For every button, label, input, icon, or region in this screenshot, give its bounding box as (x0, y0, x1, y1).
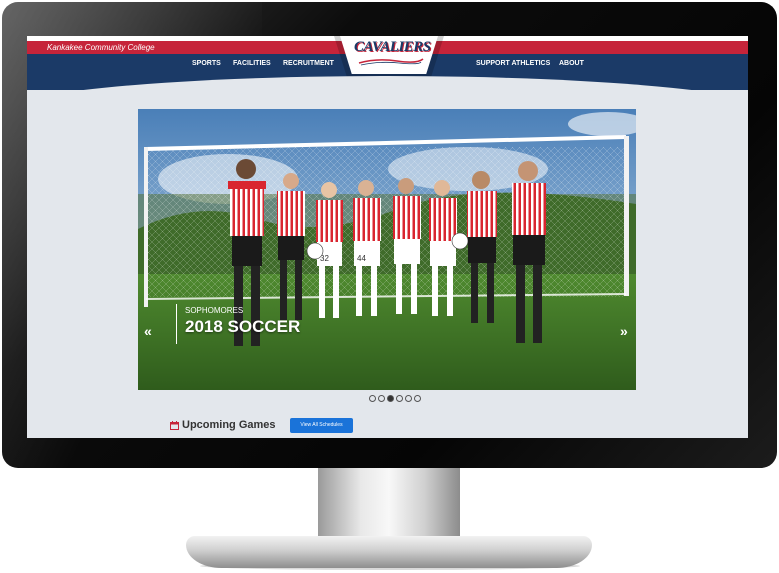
carousel-dot[interactable] (414, 395, 421, 402)
carousel-dot[interactable] (396, 395, 403, 402)
slide-subtitle: SOPHOMORES (185, 306, 244, 315)
logo-swoosh-icon (358, 58, 424, 66)
carousel-prev-arrow-icon[interactable]: « (144, 324, 152, 338)
caption-divider (176, 304, 177, 344)
nav-item-support-athletics[interactable]: SUPPORT ATHLETICS (476, 59, 550, 68)
calendar-icon (170, 421, 179, 430)
carousel-dot-active[interactable] (387, 395, 394, 402)
nav-item-recruitment[interactable]: RECRUITMENT (283, 59, 334, 68)
nav-item-sports[interactable]: SPORTS (192, 59, 221, 68)
hero-carousel[interactable]: 32 44 SOPHOMORES 2018 SOCCER « » (138, 109, 636, 390)
college-name[interactable]: Kankakee Community College (47, 41, 155, 54)
carousel-dot[interactable] (405, 395, 412, 402)
view-all-schedules-button[interactable]: View All Schedules (290, 418, 353, 433)
svg-text:44: 44 (357, 254, 366, 263)
nav-item-facilities[interactable]: FACILITIES (233, 59, 271, 68)
carousel-dot[interactable] (369, 395, 376, 402)
upcoming-games-heading: Upcoming Games (182, 419, 276, 431)
carousel-dot[interactable] (378, 395, 385, 402)
nav-item-about[interactable]: ABOUT (559, 59, 584, 68)
carousel-indicators (369, 395, 421, 402)
cavaliers-logo[interactable]: CAVALIERS (354, 38, 431, 56)
monitor-stand-base (186, 536, 592, 568)
slide-title: 2018 SOCCER (185, 317, 301, 336)
monitor-stand-neck (318, 468, 460, 540)
carousel-next-arrow-icon[interactable]: » (620, 324, 628, 338)
team-photo: 32 44 (138, 109, 636, 390)
website-screen: Kankakee Community College SPORTS FACILI… (27, 36, 748, 438)
